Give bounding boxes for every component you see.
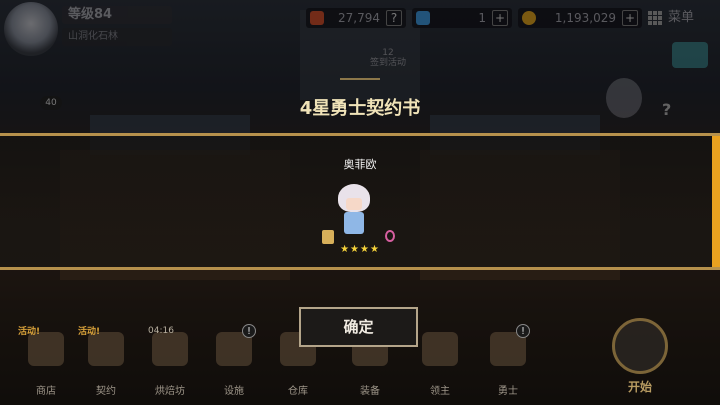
alert-icon: ! bbox=[242, 324, 256, 338]
nav-item-0[interactable]: 商店 活动! bbox=[16, 322, 76, 405]
nav-item-1[interactable]: 契约 活动! bbox=[76, 322, 136, 405]
nav-item-7[interactable]: 勇士! bbox=[478, 322, 538, 405]
sword-emblem-icon bbox=[612, 318, 668, 374]
nav-label: 仓库 bbox=[288, 386, 308, 397]
nav-icon bbox=[28, 332, 64, 366]
nav-label: 领主 bbox=[430, 386, 450, 397]
nav-label: 装备 bbox=[360, 386, 380, 397]
event-tag: 活动! bbox=[18, 327, 41, 337]
event-tag: 活动! bbox=[78, 327, 101, 337]
scroll-icon bbox=[322, 230, 334, 244]
nav-icon bbox=[88, 332, 124, 366]
dialog-title: 4星勇士契约书 bbox=[299, 98, 421, 119]
start-label: 开始 bbox=[627, 380, 652, 394]
nav-label: 设施 bbox=[224, 386, 244, 397]
potion-icon bbox=[385, 230, 395, 242]
nav-item-2[interactable]: 烘焙坊 04:16 bbox=[140, 322, 200, 405]
confirm-button[interactable]: 确定 bbox=[299, 307, 418, 347]
nav-label: 契约 bbox=[96, 386, 116, 397]
nav-item-3[interactable]: 设施! bbox=[204, 322, 264, 405]
start-button[interactable]: 开始 bbox=[600, 312, 680, 398]
nav-item-6[interactable]: 领主 bbox=[410, 322, 470, 405]
hero-sprite bbox=[334, 184, 374, 236]
nav-icon bbox=[152, 332, 188, 366]
nav-icon bbox=[422, 332, 458, 366]
hero-star-rating: ★★★★ bbox=[340, 244, 380, 255]
hero-name: 奥菲欧 bbox=[343, 158, 377, 171]
nav-label: 勇士 bbox=[498, 386, 518, 397]
reward-panel: 奥菲欧 ★★★★ bbox=[0, 133, 720, 270]
nav-label: 商店 bbox=[36, 386, 56, 397]
nav-label: 烘焙坊 bbox=[155, 386, 185, 397]
title-ornament bbox=[340, 78, 380, 88]
alert-icon: ! bbox=[516, 324, 530, 338]
timer-label: 04:16 bbox=[148, 326, 174, 336]
